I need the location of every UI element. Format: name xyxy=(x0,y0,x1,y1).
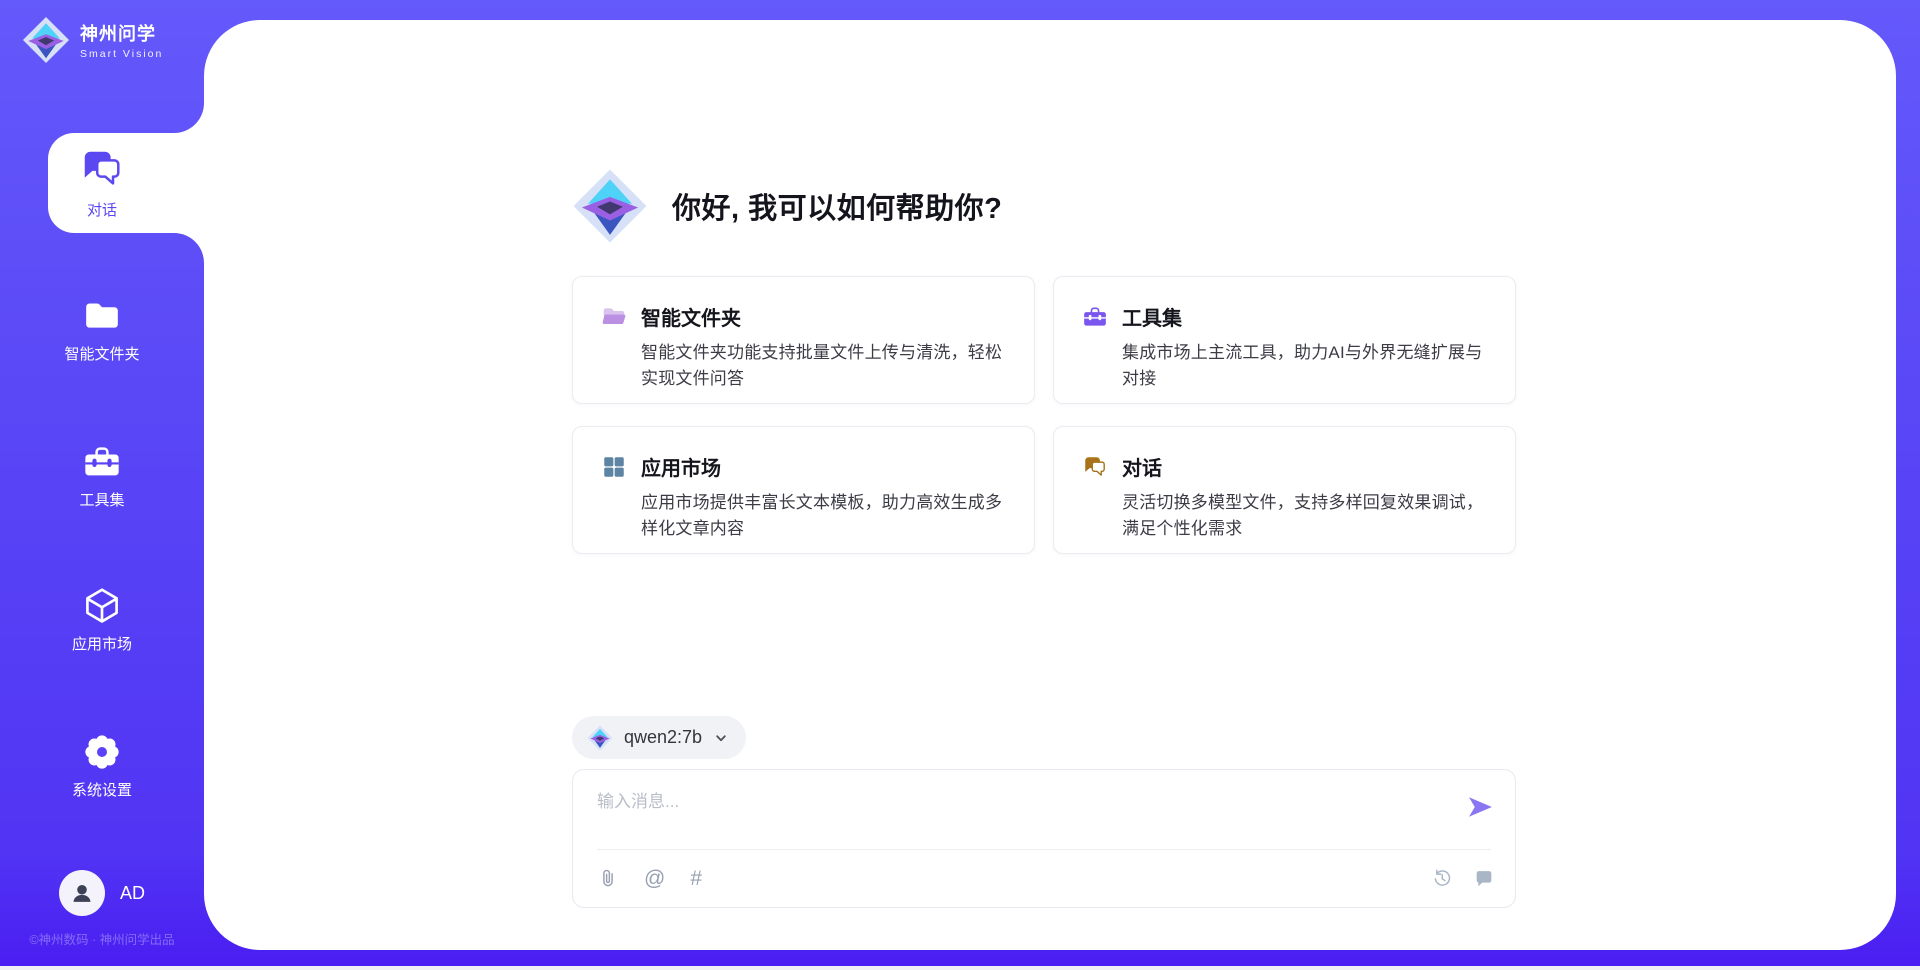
card-title: 对话 xyxy=(1122,452,1162,481)
input-toolbar: @ # xyxy=(597,860,1495,896)
user-label: AD xyxy=(120,883,145,904)
message-input[interactable] xyxy=(597,787,1437,843)
topic-icon[interactable]: # xyxy=(690,868,702,889)
sidebar-item-label: 应用市场 xyxy=(72,633,132,654)
diamond-logo-icon xyxy=(587,725,613,751)
grid-icon xyxy=(601,454,627,480)
card-app-market[interactable]: 应用市场 应用市场提供丰富长文本模板，助力高效生成多样化文章内容 xyxy=(572,426,1035,554)
briefcase-icon xyxy=(1082,304,1108,330)
card-description: 应用市场提供丰富长文本模板，助力高效生成多样化文章内容 xyxy=(641,490,1006,541)
greeting-text: 你好, 我可以如何帮助你? xyxy=(672,185,1002,227)
copyright-text: ©神州数码 · 神州问学出品 xyxy=(0,929,204,948)
brand-subtitle: Smart Vision xyxy=(80,48,163,60)
card-smart-folder[interactable]: 智能文件夹 智能文件夹功能支持批量文件上传与清洗，轻松实现文件问答 xyxy=(572,276,1035,404)
card-title: 智能文件夹 xyxy=(641,302,741,331)
mention-icon[interactable]: @ xyxy=(644,868,665,889)
main-panel: 你好, 我可以如何帮助你? 智能文件夹 智能文件夹功能支持批量文件上传与清洗，轻… xyxy=(204,20,1896,950)
window-bottom-edge xyxy=(0,966,1920,970)
message-input-card: @ # xyxy=(572,769,1516,908)
card-title: 工具集 xyxy=(1122,302,1182,331)
feature-cards: 智能文件夹 智能文件夹功能支持批量文件上传与清洗，轻松实现文件问答 工具集 集成… xyxy=(572,276,1516,554)
person-icon xyxy=(68,879,96,907)
card-title: 应用市场 xyxy=(641,452,721,481)
send-icon[interactable] xyxy=(1465,792,1495,822)
brand-name: 神州问学 xyxy=(80,20,163,46)
feedback-bubble-icon[interactable] xyxy=(1473,867,1495,889)
chat-bubbles-icon xyxy=(1082,454,1108,480)
diamond-logo-icon xyxy=(22,16,70,64)
sidebar-item-label: 对话 xyxy=(87,199,117,220)
sidebar-item-toolset[interactable]: 工具集 xyxy=(0,442,204,510)
model-name: qwen2:7b xyxy=(624,727,702,748)
sidebar-item-label: 工具集 xyxy=(79,489,124,510)
folder-open-icon xyxy=(601,304,627,330)
folder-icon xyxy=(82,296,122,336)
diamond-logo-icon xyxy=(572,168,648,244)
sidebar-item-app-market[interactable]: 应用市场 xyxy=(0,586,204,654)
brand-logo: 神州问学 Smart Vision xyxy=(22,16,163,64)
card-chat[interactable]: 对话 灵活切换多模型文件，支持多样回复效果调试，满足个性化需求 xyxy=(1053,426,1516,554)
briefcase-icon xyxy=(82,442,122,482)
card-toolset[interactable]: 工具集 集成市场上主流工具，助力AI与外界无缝扩展与对接 xyxy=(1053,276,1516,404)
avatar xyxy=(59,870,105,916)
tab-fillet-top xyxy=(174,103,204,133)
cube-icon xyxy=(82,586,122,626)
history-icon[interactable] xyxy=(1431,867,1453,889)
tab-fillet-bottom xyxy=(174,233,204,263)
sidebar-item-label: 智能文件夹 xyxy=(64,343,139,364)
chat-bubbles-icon xyxy=(79,146,125,192)
sidebar-item-smart-folder[interactable]: 智能文件夹 xyxy=(0,296,204,364)
gear-icon xyxy=(82,732,122,772)
greeting: 你好, 我可以如何帮助你? xyxy=(572,168,1002,244)
input-divider xyxy=(597,849,1491,850)
app-window: 神州问学 Smart Vision 对话 智能文件夹 工具集 应用市场 系统设置… xyxy=(0,0,1920,970)
user-account[interactable]: AD xyxy=(0,870,204,916)
sidebar-item-label: 系统设置 xyxy=(72,779,132,800)
main-content: 你好, 我可以如何帮助你? 智能文件夹 智能文件夹功能支持批量文件上传与清洗，轻… xyxy=(572,20,1516,950)
chevron-down-icon xyxy=(713,730,729,746)
card-description: 灵活切换多模型文件，支持多样回复效果调试，满足个性化需求 xyxy=(1122,490,1487,541)
sidebar-item-settings[interactable]: 系统设置 xyxy=(0,732,204,800)
model-selector[interactable]: qwen2:7b xyxy=(572,716,746,759)
sidebar-item-chat[interactable]: 对话 xyxy=(0,133,204,233)
paperclip-icon[interactable] xyxy=(597,867,619,889)
card-description: 集成市场上主流工具，助力AI与外界无缝扩展与对接 xyxy=(1122,340,1487,391)
card-description: 智能文件夹功能支持批量文件上传与清洗，轻松实现文件问答 xyxy=(641,340,1006,391)
